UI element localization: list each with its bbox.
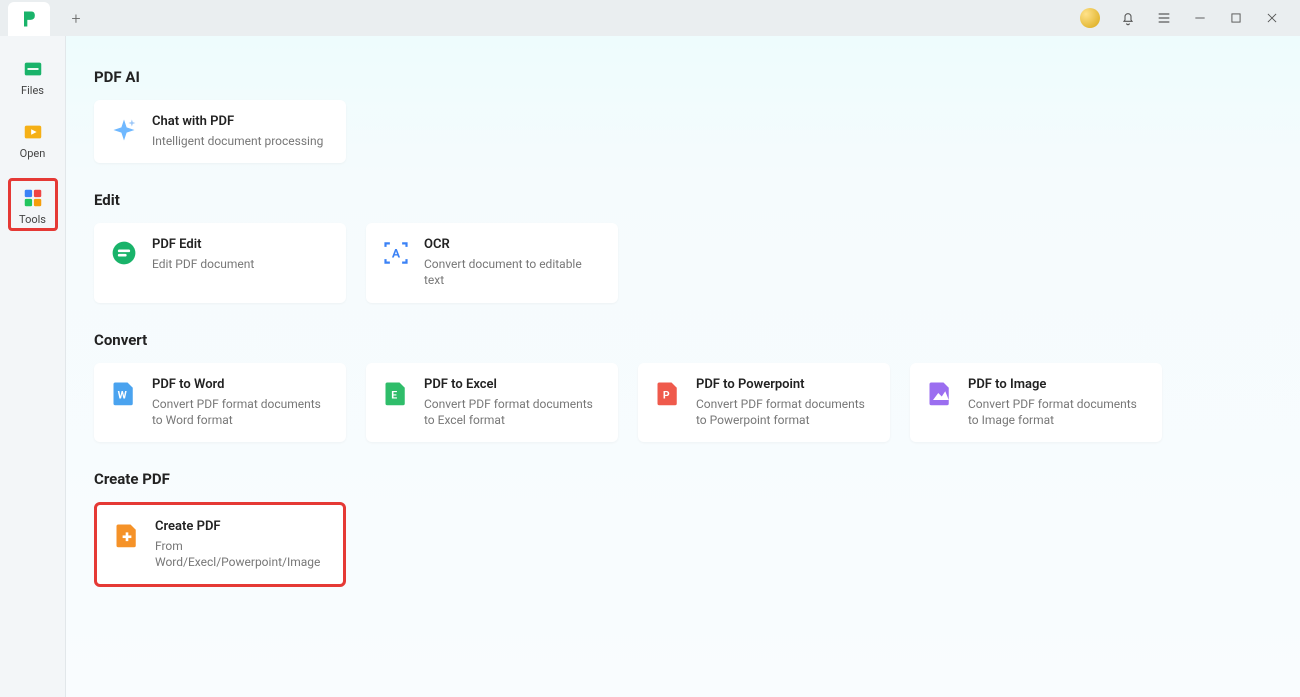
card-subtitle: Convert PDF format documents to Excel fo… [424, 396, 602, 428]
card-subtitle: Convert PDF format documents to Word for… [152, 396, 330, 428]
sidebar-label: Tools [19, 213, 46, 226]
card-pdf-edit[interactable]: PDF Edit Edit PDF document [94, 223, 346, 302]
titlebar: + [0, 0, 1300, 36]
svg-text:A: A [392, 247, 401, 261]
card-title: PDF to Powerpoint [696, 377, 874, 392]
card-subtitle: Convert document to editable text [424, 256, 602, 288]
sidebar-label: Files [21, 84, 44, 97]
section-heading-create: Create PDF [94, 470, 1272, 488]
card-title: PDF to Word [152, 377, 330, 392]
open-icon [22, 121, 44, 143]
card-pdf-to-excel[interactable]: E PDF to Excel Convert PDF format docume… [366, 363, 618, 442]
card-pdf-to-word[interactable]: W PDF to Word Convert PDF format documen… [94, 363, 346, 442]
sidebar-item-open[interactable]: Open [9, 115, 57, 164]
files-icon [22, 58, 44, 80]
image-icon [926, 379, 954, 407]
new-tab-button[interactable]: + [62, 4, 90, 32]
card-title: Create PDF [155, 519, 327, 534]
section-heading-edit: Edit [94, 191, 1272, 209]
card-subtitle: Edit PDF document [152, 256, 254, 272]
tools-icon [22, 187, 44, 209]
excel-icon: E [382, 379, 410, 407]
svg-text:E: E [391, 388, 397, 401]
card-pdf-to-image[interactable]: PDF to Image Convert PDF format document… [910, 363, 1162, 442]
card-subtitle: Convert PDF format documents to Image fo… [968, 396, 1146, 428]
section-heading-convert: Convert [94, 331, 1272, 349]
card-title: Chat with PDF [152, 114, 323, 129]
card-title: PDF to Excel [424, 377, 602, 392]
section-heading-pdf-ai: PDF AI [94, 68, 1272, 86]
word-icon: W [110, 379, 138, 407]
card-title: PDF to Image [968, 377, 1146, 392]
minimize-icon[interactable] [1192, 10, 1208, 26]
sidebar-item-tools[interactable]: Tools [8, 178, 58, 231]
sparkle-icon [110, 116, 138, 144]
sidebar-item-files[interactable]: Files [9, 52, 57, 101]
svg-text:P: P [663, 388, 670, 401]
card-chat-with-pdf[interactable]: Chat with PDF Intelligent document proce… [94, 100, 346, 163]
create-pdf-icon [113, 521, 141, 549]
sidebar: Files Open Tools [0, 36, 66, 697]
card-create-pdf[interactable]: Create PDF From Word/Execl/Powerpoint/Im… [94, 502, 346, 587]
card-subtitle: Intelligent document processing [152, 133, 323, 149]
pdf-edit-icon [110, 239, 138, 267]
user-avatar[interactable] [1080, 8, 1100, 28]
maximize-icon[interactable] [1228, 10, 1244, 26]
powerpoint-icon: P [654, 379, 682, 407]
main-content: PDF AI Chat with PDF Intelligent documen… [66, 36, 1300, 697]
card-pdf-to-powerpoint[interactable]: P PDF to Powerpoint Convert PDF format d… [638, 363, 890, 442]
card-subtitle: Convert PDF format documents to Powerpoi… [696, 396, 874, 428]
app-tab[interactable] [8, 2, 50, 36]
card-title: OCR [424, 237, 602, 252]
card-ocr[interactable]: A OCR Convert document to editable text [366, 223, 618, 302]
card-title: PDF Edit [152, 237, 254, 252]
bell-icon[interactable] [1120, 10, 1136, 26]
ocr-icon: A [382, 239, 410, 267]
close-icon[interactable] [1264, 10, 1280, 26]
card-subtitle: From Word/Execl/Powerpoint/Image [155, 538, 327, 570]
window-controls [1080, 8, 1292, 28]
app-logo-icon [19, 9, 39, 29]
menu-icon[interactable] [1156, 10, 1172, 26]
sidebar-label: Open [20, 147, 46, 160]
svg-text:W: W [118, 388, 128, 401]
